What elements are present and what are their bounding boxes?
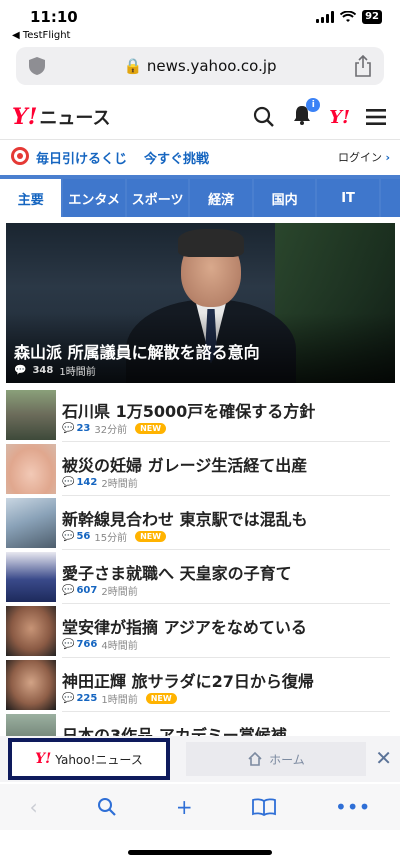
yahoo-top-link[interactable]: Y!: [329, 107, 350, 128]
promo-lottery-text[interactable]: 毎日引けるくじ: [36, 148, 127, 167]
news-meta: 💬 607 2時間前: [62, 583, 138, 598]
lock-icon: 🔒: [123, 57, 143, 75]
browser-tab-strip: Y! Yahoo!ニュース ホーム ✕: [0, 736, 400, 782]
comment-count: 💬 225: [62, 693, 98, 704]
new-tab-icon[interactable]: +: [176, 795, 193, 819]
news-thumbnail: [6, 498, 56, 548]
news-time: 15分前: [94, 533, 128, 544]
news-headline: 神田正輝 旅サラダに27日から復帰: [62, 672, 314, 691]
news-time: 2時間前: [101, 587, 138, 598]
comment-count: 💬 142: [62, 477, 98, 488]
news-meta: 💬 766 4時間前: [62, 637, 138, 652]
url-label: news.yahoo.co.jp: [146, 57, 277, 75]
news-thumbnail: [6, 390, 56, 440]
login-link[interactable]: ログイン ›: [338, 149, 390, 165]
news-meta: 💬 225 1時間前 NEW: [62, 691, 177, 706]
close-tab-icon[interactable]: ✕: [375, 746, 392, 770]
share-icon[interactable]: [354, 55, 372, 77]
new-badge: NEW: [135, 423, 167, 434]
battery-icon: 92: [362, 10, 382, 24]
news-item[interactable]: 新幹線見合わせ 東京駅では混乱も 💬 56 15分前 NEW: [0, 496, 400, 550]
tab-it[interactable]: IT: [317, 179, 379, 217]
tab-more[interactable]: [380, 179, 400, 217]
comment-count: 💬 607: [62, 585, 98, 596]
status-icons: 92: [316, 10, 382, 24]
news-item[interactable]: 石川県 1万5000戸を確保する方針 💬 23 32分前 NEW: [0, 388, 400, 442]
more-icon[interactable]: •••: [335, 795, 370, 819]
login-label: ログイン: [337, 151, 382, 164]
category-tabs: 主要 エンタメ スポーツ 経済 国内 IT: [0, 175, 400, 217]
status-time: 11:10: [30, 8, 78, 26]
logo-text: ニュース: [39, 108, 111, 129]
tab-entertainment[interactable]: エンタメ: [63, 179, 125, 217]
target-icon: [11, 147, 29, 165]
comment-count: 💬 23: [62, 423, 91, 434]
news-thumbnail: [6, 660, 56, 710]
new-badge: NEW: [145, 693, 177, 704]
news-thumbnail: [6, 444, 56, 494]
tab-domestic[interactable]: 国内: [253, 179, 316, 217]
comment-count: 💬 766: [62, 639, 98, 650]
news-item[interactable]: 堂安律が指摘 アジアをなめている 💬 766 4時間前: [0, 604, 400, 658]
address-bar[interactable]: 🔒 news.yahoo.co.jp: [16, 47, 384, 85]
news-item[interactable]: 愛子さま就職へ 天皇家の子育て 💬 607 2時間前: [0, 550, 400, 604]
promo-challenge-link[interactable]: 今すぐ挑戦: [144, 148, 209, 167]
hero-photo-hair: [178, 229, 244, 257]
news-thumbnail: [6, 606, 56, 656]
header-icons: i Y!: [253, 98, 386, 130]
news-time: 2時間前: [101, 479, 138, 490]
comment-count: 💬 56: [62, 531, 91, 542]
tab-title: ホーム: [269, 752, 305, 767]
news-list: 石川県 1万5000戸を確保する方針 💬 23 32分前 NEW 被災の妊婦 ガレージ…: [0, 388, 400, 766]
news-time: 4時間前: [101, 641, 138, 652]
yahoo-logo-mark: Y!: [12, 104, 38, 130]
home-icon: [248, 751, 262, 766]
news-item[interactable]: 被災の妊婦 ガレージ生活経て出産 💬 142 2時間前: [0, 442, 400, 496]
wifi-icon: [340, 11, 357, 22]
browser-tab-current[interactable]: Y! Yahoo!ニュース: [8, 738, 170, 780]
site-header: Y! ニュース i Y!: [0, 92, 400, 140]
back-to-app-link[interactable]: ◀ TestFlight: [12, 30, 70, 41]
bookmarks-icon[interactable]: [251, 798, 276, 816]
search-icon[interactable]: [253, 106, 275, 128]
news-headline: 堂安律が指摘 アジアをなめている: [62, 618, 307, 637]
url-text[interactable]: 🔒 news.yahoo.co.jp: [16, 57, 384, 75]
news-meta: 💬 142 2時間前: [62, 475, 138, 490]
yahoo-news-logo[interactable]: Y! ニュース: [12, 104, 110, 130]
news-meta: 💬 23 32分前 NEW: [62, 421, 167, 436]
news-headline: 愛子さま就職へ 天皇家の子育て: [62, 564, 292, 583]
notification-badge: i: [306, 98, 321, 112]
search-icon[interactable]: [97, 797, 117, 817]
news-meta: 💬 56 15分前 NEW: [62, 529, 167, 544]
news-time: 32分前: [94, 425, 128, 436]
home-indicator: [128, 850, 272, 855]
tab-main[interactable]: 主要: [0, 179, 62, 217]
signal-icon: [316, 11, 335, 23]
tab-title: Yahoo!ニュース: [55, 752, 143, 767]
news-headline: 新幹線見合わせ 東京駅では混乱も: [62, 510, 308, 529]
notification-button[interactable]: i: [291, 98, 321, 130]
back-icon[interactable]: ‹: [30, 795, 38, 819]
comment-icon: 💬: [14, 365, 27, 376]
tab-sports[interactable]: スポーツ: [126, 179, 189, 217]
news-headline: 被災の妊婦 ガレージ生活経て出産: [62, 456, 308, 475]
browser-toolbar: ‹ + •••: [0, 784, 400, 830]
chevron-right-icon: ›: [385, 151, 390, 164]
status-bar: 11:10 ◀ TestFlight 92: [0, 0, 400, 44]
comment-count: 348: [32, 365, 54, 376]
top-article-meta: 💬 348 1時間前: [14, 363, 96, 378]
article-time: 1時間前: [59, 367, 96, 378]
top-article[interactable]: 森山派 所属議員に解散を諮る意向 💬 348 1時間前: [6, 223, 395, 383]
new-badge: NEW: [135, 531, 167, 542]
news-time: 1時間前: [101, 695, 138, 706]
hamburger-menu-icon[interactable]: [366, 108, 386, 126]
top-article-title: 森山派 所属議員に解散を諮る意向: [14, 343, 260, 362]
news-headline: 石川県 1万5000戸を確保する方針: [62, 402, 316, 421]
tab-economy[interactable]: 経済: [190, 179, 252, 217]
news-thumbnail: [6, 552, 56, 602]
browser-tab-home[interactable]: ホーム: [186, 742, 366, 776]
news-item[interactable]: 神田正輝 旅サラダに27日から復帰 💬 225 1時間前 NEW: [0, 658, 400, 712]
lottery-promo[interactable]: 毎日引けるくじ 今すぐ挑戦 ログイン ›: [0, 140, 400, 172]
yahoo-favicon: Y!: [35, 751, 52, 767]
